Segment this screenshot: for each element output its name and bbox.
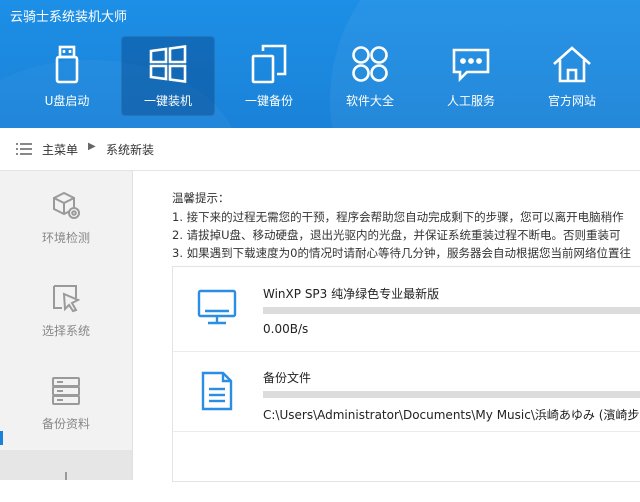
task-name: 备份文件: [263, 371, 312, 385]
app-title: 云骑士系统装机大师: [10, 10, 128, 25]
nav-label: 软件大全: [345, 94, 394, 108]
breadcrumb-arrow-icon: ▶: [88, 141, 96, 152]
home-icon: [553, 46, 591, 83]
nav-label: 一键备份: [244, 94, 293, 108]
step-environment-check: 环境检测: [0, 171, 132, 264]
nav-label: 人工服务: [446, 94, 495, 108]
task-progress-bar: [263, 391, 640, 398]
task-path: C:\Users\Administrator\Documents\My Musi…: [263, 408, 640, 422]
breadcrumb: 主菜单 ▶ 系统新装: [0, 128, 640, 171]
step-label: 选择系统: [41, 324, 90, 338]
menu-list-icon[interactable]: [16, 143, 32, 155]
nav-label: U盘启动: [44, 94, 90, 108]
task-divider: [173, 431, 640, 432]
step-select-system: 选择系统: [0, 264, 132, 357]
nav-one-click-backup[interactable]: 一键备份: [222, 36, 316, 116]
step-label: 环境检测: [41, 231, 90, 245]
tip-line-2: 2. 请拔掉U盘、移动硬盘，退出光驱内的光盘，并保证系统重装过程不断电。否则重装…: [172, 228, 621, 242]
download-arrow-icon: [65, 472, 67, 480]
backup-icon: [251, 44, 287, 84]
task-name: WinXP SP3 纯净绿色专业最新版: [263, 287, 440, 301]
task-download-system: WinXP SP3 纯净绿色专业最新版 0.00B/s: [173, 271, 640, 351]
apps-grid-icon: [352, 46, 388, 82]
step-install-current: [0, 450, 132, 480]
nav-human-service[interactable]: 人工服务: [424, 36, 518, 116]
nav-one-click-install[interactable]: 一键装机: [121, 36, 215, 116]
select-cursor-icon: [53, 285, 81, 313]
nav-label: 一键装机: [143, 94, 192, 108]
task-speed: 0.00B/s: [263, 322, 309, 336]
task-backup-files: 备份文件 C:\Users\Administrator\Documents\My…: [173, 355, 640, 435]
sidebar-edge-marker: [0, 431, 3, 445]
document-icon: [201, 371, 233, 411]
monitor-icon: [197, 289, 237, 325]
main-nav: U盘启动 一键装机 一键备份 软件大全 人工服务 官方网站: [20, 36, 626, 116]
nav-software[interactable]: 软件大全: [323, 36, 417, 116]
breadcrumb-root[interactable]: 主菜单: [42, 141, 78, 158]
tip-line-3: 3. 如果遇到下载速度为0的情况时请耐心等待几分钟，服务器会自动根据您当前网络位…: [172, 246, 631, 260]
task-divider: [173, 351, 640, 352]
step-label: 备份资料: [41, 417, 90, 431]
nav-usb-boot[interactable]: U盘启动: [20, 36, 114, 116]
nav-official-site[interactable]: 官方网站: [525, 36, 619, 116]
step-sidebar: 环境检测 选择系统 备份资料: [0, 171, 133, 480]
step-backup-data: 备份资料: [0, 357, 132, 450]
breadcrumb-current: 系统新装: [106, 143, 155, 157]
tips-title: 温馨提示：: [172, 191, 230, 205]
windows-icon: [149, 45, 187, 83]
task-progress-bar: [263, 307, 640, 314]
chat-icon: [452, 48, 490, 83]
usb-drive-icon: [55, 45, 79, 84]
environment-check-icon: [53, 191, 80, 219]
tip-line-1: 1. 接下来的过程无需您的干预，程序会帮助您自动完成剩下的步骤，您可以离开电脑稍…: [172, 210, 624, 224]
app-header: 云骑士系统装机大师 U盘启动 一键装机 一键备份 软件大全 人工服务 官方网站: [0, 0, 640, 128]
task-panel: WinXP SP3 纯净绿色专业最新版 0.00B/s 备份文件 C:\User…: [172, 266, 640, 482]
nav-label: 官方网站: [547, 94, 596, 108]
server-backup-icon: [52, 377, 80, 405]
